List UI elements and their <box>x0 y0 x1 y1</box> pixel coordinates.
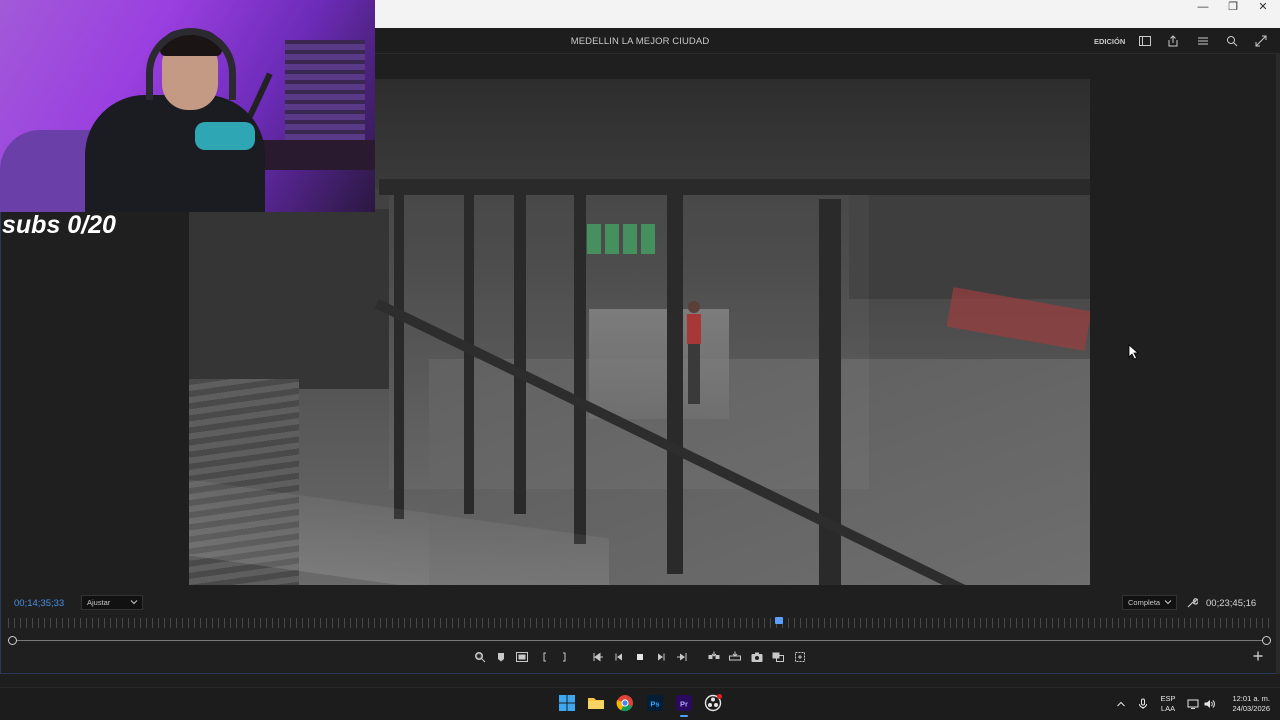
zoom-handle-right[interactable] <box>1262 636 1271 645</box>
go-to-out-icon[interactable] <box>675 650 689 664</box>
menu-lines-icon[interactable] <box>1196 34 1210 48</box>
mark-out-icon[interactable] <box>557 650 571 664</box>
webcam-person-hoodie <box>85 95 265 212</box>
windows-taskbar <box>0 687 1280 720</box>
webcam-blinds <box>285 40 365 140</box>
search-icon[interactable] <box>1225 34 1239 48</box>
workspace-panel-icon[interactable] <box>1138 34 1152 48</box>
workspace-label[interactable]: EDICIÓN <box>1094 37 1125 46</box>
file-explorer-icon[interactable] <box>586 693 606 713</box>
mouse-cursor-icon <box>1128 344 1140 360</box>
current-timecode[interactable]: 00;14;35;33 <box>14 598 64 609</box>
button-editor-add-icon[interactable] <box>1252 650 1264 662</box>
scene-top-beam <box>379 179 1090 195</box>
insert-icon[interactable] <box>707 650 721 664</box>
fit-dropdown[interactable]: Ajustar <box>81 595 143 610</box>
proxy-toggle-icon[interactable] <box>793 650 807 664</box>
scene-left-wall <box>189 209 389 389</box>
add-marker-icon[interactable] <box>494 650 508 664</box>
comparison-view-icon[interactable] <box>771 650 785 664</box>
svg-text:Ps: Ps <box>650 700 659 709</box>
playhead-marker[interactable] <box>775 617 784 624</box>
microphone-icon[interactable] <box>1137 698 1149 710</box>
photoshop-icon[interactable]: Ps <box>645 693 665 713</box>
camera-icon[interactable] <box>750 650 764 664</box>
step-forward-icon[interactable] <box>654 650 668 664</box>
chevron-up-icon[interactable] <box>1115 698 1127 710</box>
zoom-scroll-bar[interactable] <box>13 640 1267 641</box>
fullscreen-icon[interactable] <box>1254 34 1268 48</box>
wrench-icon[interactable] <box>1187 597 1198 608</box>
go-to-in-icon[interactable] <box>591 650 605 664</box>
obs-studio-icon[interactable] <box>703 693 723 713</box>
scene-right-wall <box>849 189 1090 299</box>
volume-icon[interactable] <box>1203 698 1215 710</box>
webcam-headset <box>146 28 236 100</box>
fit-dropdown-value: Ajustar <box>87 598 111 607</box>
webcam-microphone <box>195 122 255 150</box>
mark-in-icon[interactable] <box>538 650 552 664</box>
panel-scrollbar[interactable] <box>1276 54 1280 674</box>
clock-date: 24/03/2026 <box>1232 704 1270 713</box>
time-ruler[interactable] <box>8 618 1272 628</box>
scene-pillar <box>574 184 586 544</box>
language-indicator[interactable]: ESP LAA <box>1160 694 1176 714</box>
overwrite-icon[interactable] <box>728 650 742 664</box>
chrome-icon[interactable] <box>615 693 635 713</box>
resolution-dropdown-value: Completa <box>1128 598 1161 607</box>
zoom-handle-left[interactable] <box>8 636 17 645</box>
safe-margins-icon[interactable] <box>515 650 529 664</box>
scene-person <box>687 301 701 404</box>
system-clock[interactable]: 12:01 a. m. 24/03/2026 <box>1222 694 1270 714</box>
scene-pillar <box>514 184 526 514</box>
minimize-button[interactable]: — <box>1188 0 1218 16</box>
share-icon[interactable] <box>1166 34 1180 48</box>
network-icon[interactable] <box>1187 698 1199 710</box>
windows-start-icon[interactable] <box>557 693 577 713</box>
close-button[interactable]: ✕ <box>1248 0 1278 16</box>
chevron-down-icon <box>1164 600 1172 605</box>
language-code: ESP <box>1160 694 1176 703</box>
webcam-overlay <box>0 0 375 212</box>
scene-pillar <box>667 194 683 574</box>
scene-pillar <box>394 189 404 519</box>
premiere-pro-icon[interactable]: Pr <box>674 693 694 713</box>
clock-time: 12:01 a. m. <box>1232 694 1270 703</box>
restore-button[interactable]: ❐ <box>1218 0 1248 16</box>
chevron-down-icon <box>130 600 138 605</box>
sequence-title: MEDELLIN LA MEJOR CIUDAD <box>570 36 710 47</box>
resolution-dropdown[interactable]: Completa <box>1122 595 1177 610</box>
svg-text:Pr: Pr <box>680 700 688 709</box>
zoom-fit-icon[interactable] <box>473 650 487 664</box>
premiere-active-indicator <box>680 715 688 717</box>
subs-counter: subs 0/20 <box>2 211 116 239</box>
stop-icon[interactable] <box>633 650 647 664</box>
duration-timecode: 00;23;45;16 <box>1206 598 1257 609</box>
webcam-desk <box>255 140 375 170</box>
keyboard-layout: LAA <box>1160 704 1176 713</box>
step-back-icon[interactable] <box>612 650 626 664</box>
